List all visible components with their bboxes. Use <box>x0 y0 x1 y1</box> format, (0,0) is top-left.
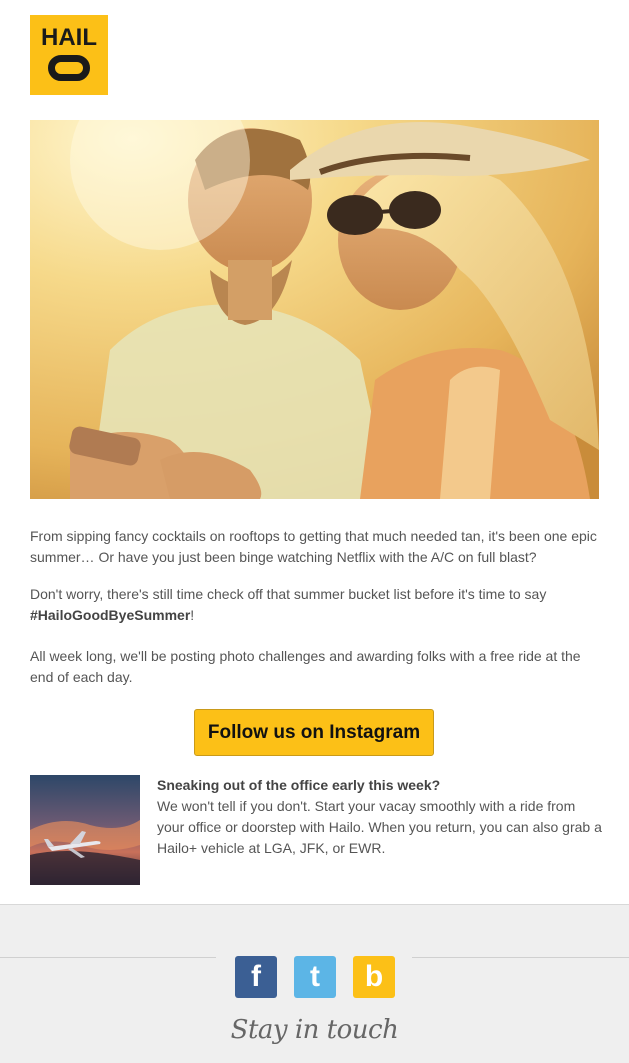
follow-instagram-button[interactable]: Follow us on Instagram <box>194 709 434 756</box>
logo-o-mark <box>48 55 90 81</box>
bucket-list-punctuation: ! <box>190 607 195 623</box>
bucket-list-paragraph: Don't worry, there's still time check of… <box>30 584 599 626</box>
logo-wordmark: HAIL <box>41 24 97 51</box>
twitter-icon[interactable]: t <box>294 956 336 998</box>
promo-body: We won't tell if you don't. Start your v… <box>157 798 602 856</box>
footer-divider-right <box>412 957 629 958</box>
challenge-paragraph: All week long, we'll be posting photo ch… <box>30 648 581 685</box>
stay-in-touch-tagline: Stay in touch <box>230 1015 399 1045</box>
promo-block: Sneaking out of the office early this we… <box>157 775 602 859</box>
footer-divider-left <box>0 957 216 958</box>
hailo-logo[interactable]: HAIL <box>30 15 108 95</box>
blog-icon[interactable]: b <box>353 956 395 998</box>
hashtag: #HailoGoodByeSummer <box>30 607 191 623</box>
facebook-icon[interactable]: f <box>235 956 277 998</box>
airplane-image <box>30 775 140 885</box>
bucket-list-text: Don't worry, there's still time check of… <box>30 586 547 602</box>
intro-paragraph: From sipping fancy cocktails on rooftops… <box>30 528 597 565</box>
footer: f t b Stay in touch <box>0 904 629 1063</box>
hero-image <box>30 120 599 499</box>
promo-title: Sneaking out of the office early this we… <box>157 777 441 793</box>
